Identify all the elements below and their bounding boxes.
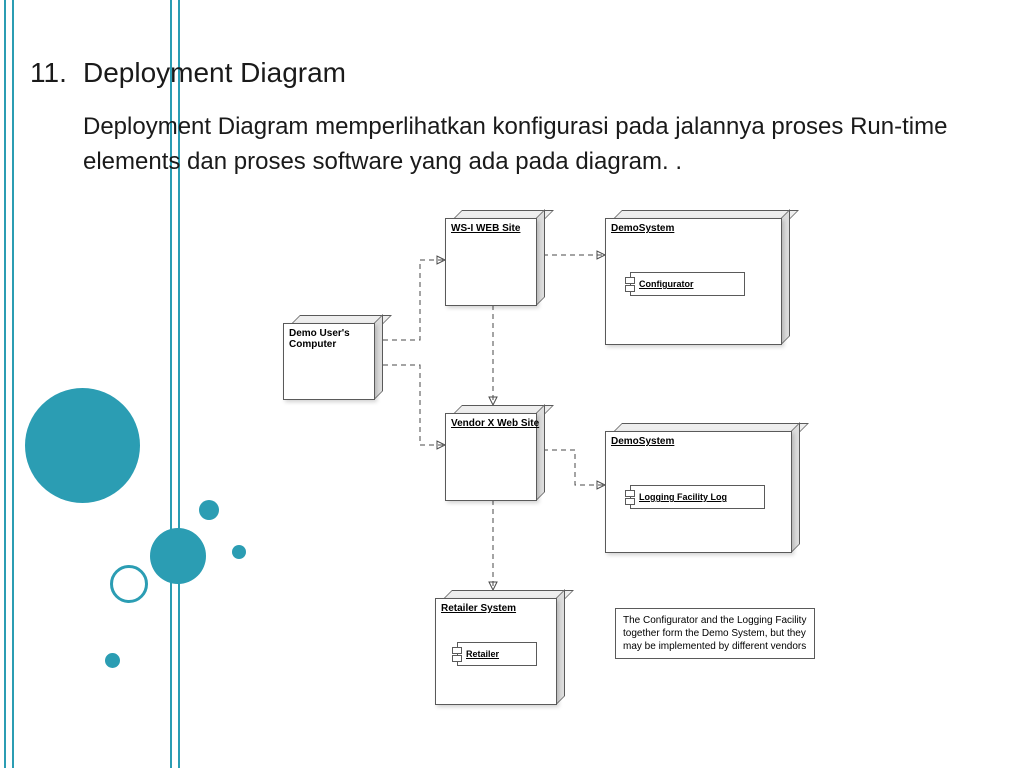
decor-circle	[199, 500, 219, 520]
component-label: Configurator	[631, 273, 744, 295]
decor-circle-ring	[110, 565, 148, 603]
node-retailer-system: Retailer System Retailer	[435, 590, 565, 705]
component-retailer: Retailer	[457, 642, 537, 666]
node-label: DemoSystem	[611, 436, 674, 447]
decor-circle	[232, 545, 246, 559]
component-configurator: Configurator	[630, 272, 745, 296]
accent-bar	[4, 0, 6, 768]
deployment-diagram: WS-I WEB Site Demo User's Computer DemoS…	[275, 200, 995, 750]
decor-circle	[150, 528, 206, 584]
node-label: Retailer System	[441, 603, 516, 614]
slide-number: 11.	[30, 57, 67, 89]
node-vendorx: Vendor X Web Site	[445, 405, 545, 501]
node-label: WS-I WEB Site	[451, 223, 520, 234]
node-wsi-site: WS-I WEB Site	[445, 210, 545, 306]
node-label: DemoSystem	[611, 223, 674, 234]
node-demosystem-top: DemoSystem Configurator	[605, 210, 790, 345]
decor-circle	[25, 388, 140, 503]
slide-body: Deployment Diagram memperlihatkan konfig…	[83, 110, 983, 180]
diagram-note: The Configurator and the Logging Facilit…	[615, 608, 815, 659]
component-label: Retailer	[458, 643, 536, 665]
component-label: Logging Facility Log	[631, 486, 764, 508]
slide-title: Deployment Diagram	[83, 57, 346, 89]
node-user-computer: Demo User's Computer	[283, 315, 383, 400]
node-label: Demo User's Computer	[289, 328, 379, 350]
component-logging: Logging Facility Log	[630, 485, 765, 509]
decor-circle	[105, 653, 120, 668]
accent-bar	[12, 0, 14, 768]
node-label: Vendor X Web Site	[451, 418, 539, 429]
node-demosystem-bottom: DemoSystem Logging Facility Log	[605, 423, 800, 553]
